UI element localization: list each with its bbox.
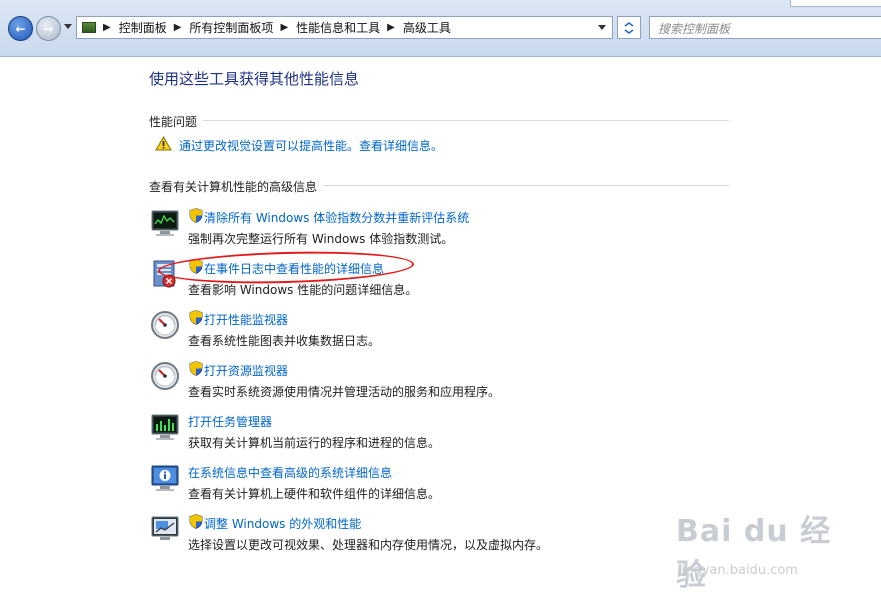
shield-icon xyxy=(189,310,203,325)
resource-monitor-link[interactable]: 打开资源监视器 xyxy=(204,362,288,379)
shield-icon xyxy=(189,208,203,223)
search-input[interactable] xyxy=(656,18,860,39)
performance-monitor-link[interactable]: 打开性能监视器 xyxy=(204,311,288,328)
section-divider xyxy=(323,185,729,186)
system-info-link[interactable]: 在系统信息中查看高级的系统详细信息 xyxy=(188,464,392,481)
refresh-icon xyxy=(624,21,634,34)
watermark-url: jingyan.baidu.com xyxy=(678,563,798,578)
section-heading-advanced-info: 查看有关计算机性能的高级信息 xyxy=(149,180,318,194)
back-button[interactable]: ← xyxy=(8,16,33,41)
breadcrumb-advanced-tools[interactable]: 高级工具 xyxy=(403,19,451,36)
shield-icon xyxy=(189,361,203,376)
warning-icon xyxy=(155,136,172,151)
recent-pages-dropdown[interactable] xyxy=(64,24,72,29)
control-panel-icon xyxy=(82,22,96,33)
address-bar[interactable]: ▶ 控制面板 ▶ 所有控制面板项 ▶ 性能信息和工具 ▶ 高级工具 xyxy=(76,16,613,39)
page-title: 使用这些工具获得其他性能信息 xyxy=(149,70,360,88)
gauge-icon xyxy=(151,311,179,339)
breadcrumb-control-panel[interactable]: 控制面板 xyxy=(119,19,167,36)
refresh-button[interactable] xyxy=(617,16,641,39)
chevron-right-icon[interactable]: ▶ xyxy=(174,22,182,33)
shield-icon xyxy=(189,514,203,529)
chevron-right-icon[interactable]: ▶ xyxy=(103,22,111,33)
adjust-appearance-description: 选择设置以更改可视效果、处理器和内存使用情况，以及虚拟内存。 xyxy=(188,538,549,552)
reassess-wei-description: 强制再次完整运行所有 Windows 体验指数测试。 xyxy=(188,232,454,246)
content-area: 使用这些工具获得其他性能信息 性能问题 通过更改视觉设置可以提高性能。查看详细信… xyxy=(0,57,881,593)
system-info-description: 查看有关计算机上硬件和软件组件的详细信息。 xyxy=(188,487,441,501)
arrow-right-icon: → xyxy=(43,21,54,36)
chevron-right-icon[interactable]: ▶ xyxy=(280,22,288,33)
system-info-icon xyxy=(151,465,179,491)
baidu-jingyan-watermark: Bai du 经验 jingyan.baidu.com xyxy=(676,506,836,593)
task-manager-link[interactable]: 打开任务管理器 xyxy=(188,413,272,430)
task-manager-icon xyxy=(151,414,179,440)
breadcrumb-all-items[interactable]: 所有控制面板项 xyxy=(189,19,273,36)
window-frame-strip xyxy=(790,0,881,7)
breadcrumb-performance-tools[interactable]: 性能信息和工具 xyxy=(296,19,380,36)
task-manager-description: 获取有关计算机当前运行的程序和进程的信息。 xyxy=(188,436,441,450)
section-heading-performance-issues: 性能问题 xyxy=(149,115,198,129)
performance-monitor-description: 查看系统性能图表并收集数据日志。 xyxy=(188,334,381,348)
adjust-appearance-link[interactable]: 调整 Windows 的外观和性能 xyxy=(204,515,361,532)
arrow-left-icon: ← xyxy=(15,21,26,36)
visual-settings-link[interactable]: 通过更改视觉设置可以提高性能。查看详细信息。 xyxy=(179,137,443,154)
resource-monitor-description: 查看实时系统资源使用情况并管理活动的服务和应用程序。 xyxy=(188,385,501,399)
performance-monitor-icon xyxy=(151,210,179,236)
chevron-right-icon[interactable]: ▶ xyxy=(387,22,395,33)
section-divider xyxy=(203,120,729,121)
search-box[interactable] xyxy=(649,16,881,39)
watermark-logo-text: Bai du 经验 xyxy=(676,514,832,593)
address-history-dropdown[interactable] xyxy=(598,25,606,30)
forward-button[interactable]: → xyxy=(36,16,61,41)
gauge-icon xyxy=(151,362,179,390)
appearance-icon xyxy=(151,516,179,540)
event-log-performance-description: 查看影响 Windows 性能的问题详细信息。 xyxy=(188,283,418,297)
navigation-bar: ← → ▶ 控制面板 ▶ 所有控制面板项 ▶ 性能信息和工具 ▶ 高级工具 xyxy=(0,0,881,57)
reassess-wei-link[interactable]: 清除所有 Windows 体验指数分数并重新评估系统 xyxy=(204,209,469,226)
